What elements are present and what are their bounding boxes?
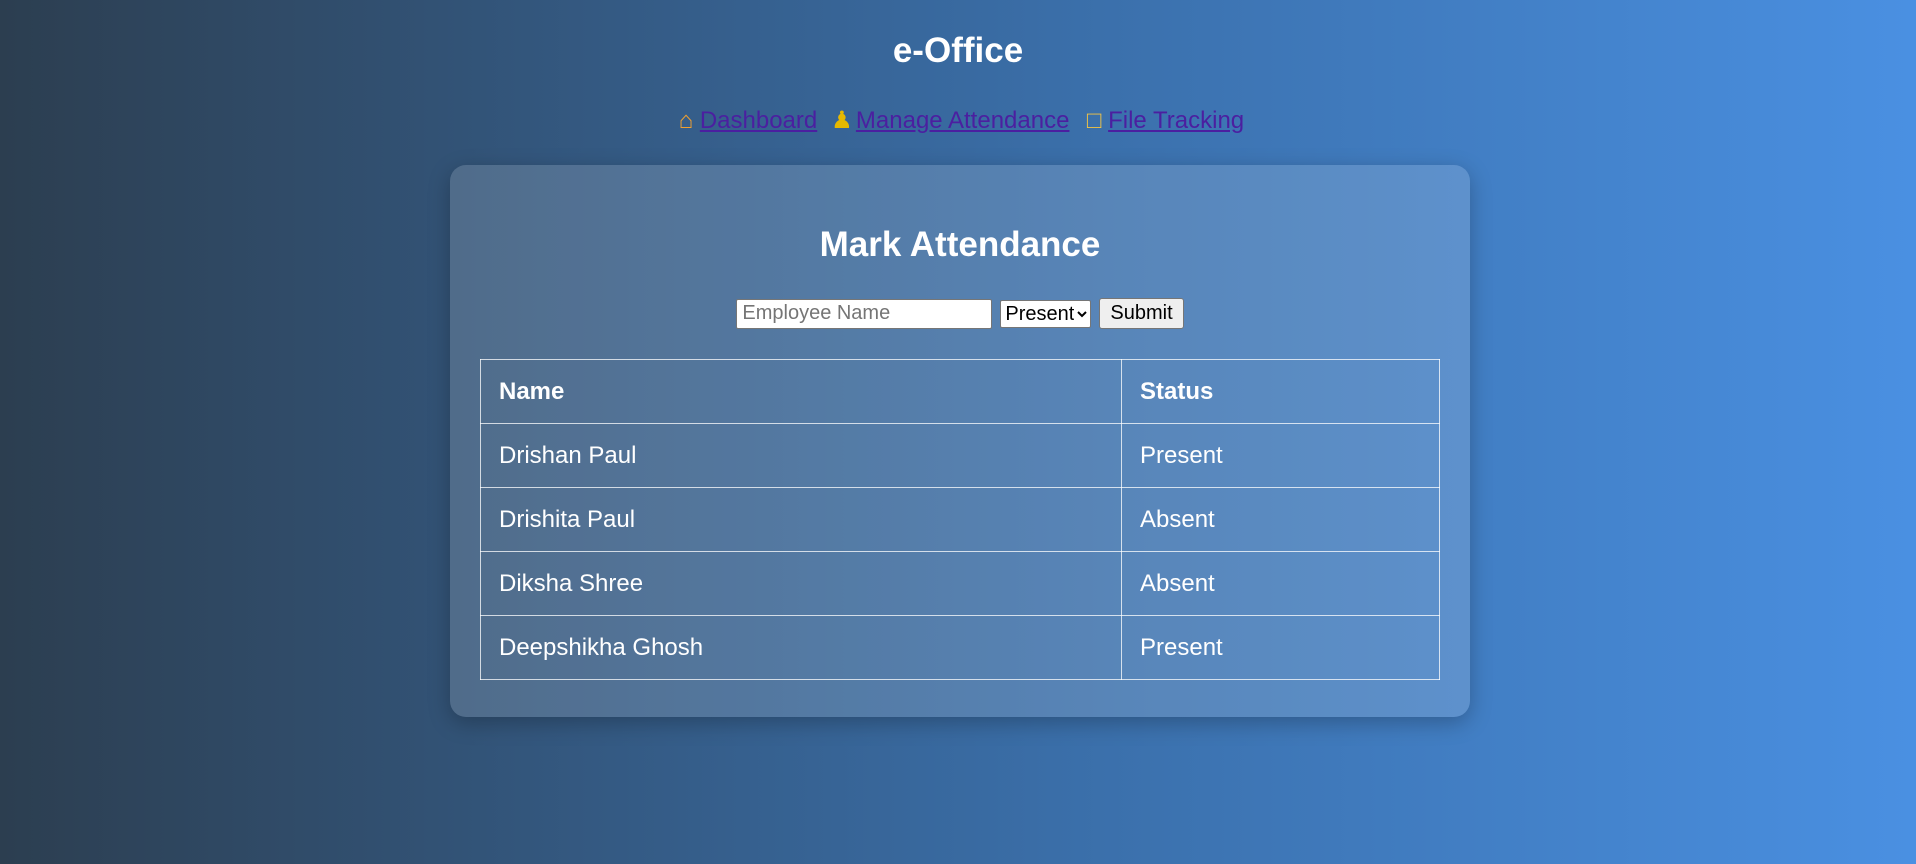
nav-label-dashboard: Dashboard xyxy=(699,107,818,134)
row-status: Absent xyxy=(1121,487,1440,552)
attendance-title: Mark Attendance xyxy=(819,225,1101,264)
row-status: Present xyxy=(1121,615,1440,680)
table-row: Drishan Paul Present xyxy=(480,423,1440,488)
nav-label-file-tracking: File Tracking xyxy=(1108,107,1245,134)
nav-link-manage-attendance[interactable]: ♟ Manage Attendance xyxy=(828,107,1070,134)
person-icon: ♟ xyxy=(831,107,853,134)
row-name: Drishita Paul xyxy=(480,487,1122,552)
attendance-table: Name Status Drishan Paul Present Drishit… xyxy=(480,359,1440,680)
row-name: Drishan Paul xyxy=(480,423,1122,488)
nav-link-dashboard[interactable]: ⌂ Dashboard xyxy=(672,107,818,134)
header-name: Name xyxy=(480,359,1122,424)
table-row: Drishita Paul Absent xyxy=(480,487,1440,552)
house-icon: ⌂ xyxy=(678,107,694,134)
table-header-row: Name Status xyxy=(480,359,1440,424)
folder-icon: □ xyxy=(1086,107,1102,134)
row-status: Absent xyxy=(1121,551,1440,616)
nav-link-file-tracking[interactable]: □ File Tracking xyxy=(1080,107,1244,134)
table-row: Deepshikha Ghosh Present xyxy=(480,615,1440,680)
nav-label-manage-attendance: Manage Attendance xyxy=(855,107,1070,134)
status-select[interactable]: Present Absent xyxy=(1000,299,1092,328)
attendance-card: Mark Attendance Present Absent Submit Na… xyxy=(450,165,1470,717)
header-status: Status xyxy=(1121,359,1440,424)
submit-button[interactable]: Submit xyxy=(1099,298,1184,329)
employee-name-input[interactable] xyxy=(736,298,993,329)
row-name: Deepshikha Ghosh xyxy=(480,615,1122,680)
row-name: Diksha Shree xyxy=(480,551,1122,616)
attendance-form: Present Absent Submit xyxy=(450,298,1470,329)
app-title: e-Office xyxy=(892,31,1024,70)
row-status: Present xyxy=(1121,423,1440,488)
table-row: Diksha Shree Absent xyxy=(480,551,1440,616)
main-nav: ⌂ Dashboard ♟ Manage Attendance □ File Trac… xyxy=(0,104,1916,138)
